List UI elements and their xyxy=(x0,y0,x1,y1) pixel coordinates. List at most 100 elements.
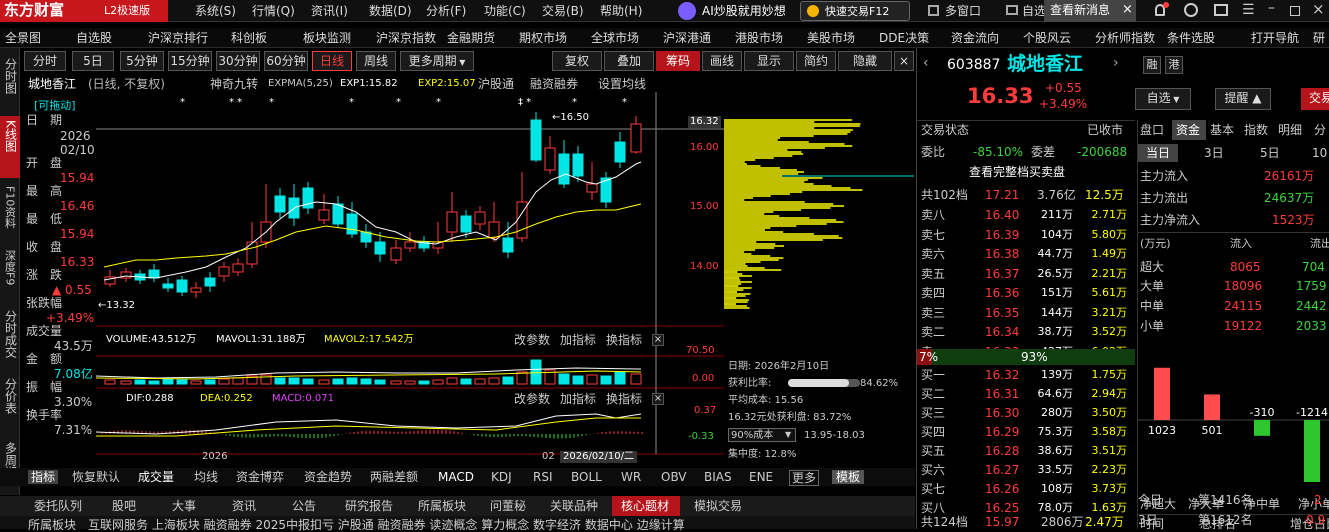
tab-news[interactable]: 资讯 xyxy=(232,500,256,512)
tab-depth[interactable]: 深度F9 xyxy=(0,246,20,304)
next-stock-icon[interactable]: › xyxy=(1113,56,1119,70)
flow-tab-basic[interactable]: 基本 xyxy=(1210,124,1234,136)
menu-data[interactable]: 数据(D) xyxy=(369,5,412,17)
nav-favorites[interactable]: 自选股 xyxy=(76,32,112,44)
period-30min[interactable]: 30分钟 xyxy=(216,51,260,71)
nav-dde[interactable]: DDE决策 xyxy=(879,32,929,44)
ind-ene[interactable]: ENE xyxy=(749,471,773,483)
ask-row[interactable]: 卖三 16.35 144万 3.21万 xyxy=(917,304,1135,323)
alert-button[interactable]: 提醒 ▲ xyxy=(1215,88,1271,110)
flow-period-3d[interactable]: 3日 xyxy=(1204,147,1224,159)
display-button[interactable]: 显示 xyxy=(744,51,794,71)
tab-sim-trade[interactable]: 模拟交易 xyxy=(694,500,742,512)
flow-period-5d[interactable]: 5日 xyxy=(1260,147,1280,159)
close-icon[interactable]: × xyxy=(1312,2,1325,17)
flow-tab-index[interactable]: 指数 xyxy=(1244,124,1268,136)
tab-price-table[interactable]: 分价表 xyxy=(0,374,20,428)
margin-link[interactable]: 融资融券 xyxy=(530,78,578,90)
tab-order-queue[interactable]: 委托队列 xyxy=(34,500,82,512)
vol-params-link[interactable]: 改参数 xyxy=(514,334,550,346)
ask-row[interactable]: 卖七 16.39 104万 5.80万 xyxy=(917,226,1135,245)
ind-restore[interactable]: 恢复默认 xyxy=(72,471,120,483)
ind-macd[interactable]: MACD xyxy=(438,471,474,483)
hide-button[interactable]: 隐藏 xyxy=(838,51,892,71)
ask-row[interactable]: 卖四 16.36 151万 5.61万 xyxy=(917,284,1135,303)
bid-row[interactable]: 买五 16.28 38.6万 3.51万 xyxy=(917,442,1135,461)
ask-row[interactable]: 卖六 16.38 44.7万 1.49万 xyxy=(917,245,1135,264)
ask-row[interactable]: 卖二 16.34 38.7万 3.52万 xyxy=(917,323,1135,342)
overlay-button[interactable]: 叠加 xyxy=(604,51,654,71)
macd-add-link[interactable]: 加指标 xyxy=(560,393,596,405)
user-icon[interactable] xyxy=(1184,3,1198,17)
bid-row[interactable]: 买三 16.30 280万 3.50万 xyxy=(917,404,1135,423)
full-book-link[interactable]: 查看完整档买卖盘 xyxy=(969,166,1065,178)
tab-intraday[interactable]: 分时图 xyxy=(0,54,20,118)
bid-row[interactable]: 买二 16.31 64.6万 2.94万 xyxy=(917,385,1135,404)
menu-system[interactable]: 系统(S) xyxy=(195,5,236,17)
ind-boll[interactable]: BOLL xyxy=(571,471,602,483)
tab-sectors[interactable]: 所属板块 xyxy=(418,500,466,512)
tab-kline[interactable]: K线图 xyxy=(0,116,20,178)
ma-settings-link[interactable]: 设置均线 xyxy=(598,78,646,90)
ind-margin[interactable]: 两融差额 xyxy=(370,471,418,483)
skin-icon[interactable] xyxy=(1214,4,1228,16)
menu-help[interactable]: 帮助(H) xyxy=(600,5,642,17)
ask-row[interactable]: 卖五 16.37 26.5万 2.21万 xyxy=(917,265,1135,284)
hsgt-link[interactable]: 沪股通 xyxy=(478,78,514,90)
nav-index[interactable]: 沪深京指数 xyxy=(376,32,436,44)
bid-row[interactable]: 买四 16.29 75.3万 3.58万 xyxy=(917,423,1135,442)
ind-obv[interactable]: OBV xyxy=(661,471,687,483)
nav-us[interactable]: 美股市场 xyxy=(807,32,855,44)
ind-trend[interactable]: 资金趋势 xyxy=(304,471,352,483)
adjust-button[interactable]: 复权 xyxy=(552,51,602,71)
nav-analyst[interactable]: 分析师指数 xyxy=(1095,32,1155,44)
maximize-icon[interactable] xyxy=(1290,6,1300,16)
custom-button[interactable]: 自选 xyxy=(1022,5,1046,17)
menu-analysis[interactable]: 分析(F) xyxy=(426,5,466,17)
ind-rsi[interactable]: RSI xyxy=(533,471,553,483)
tab-ask-board[interactable]: 问董秘 xyxy=(490,500,526,512)
nav-stock-news[interactable]: 个股风云 xyxy=(1023,32,1071,44)
nav-global[interactable]: 全球市场 xyxy=(591,32,639,44)
nav-screener[interactable]: 条件选股 xyxy=(1167,32,1215,44)
nav-open-guide[interactable]: 打开导航 xyxy=(1251,32,1299,44)
period-more[interactable]: 更多周期 ▼ xyxy=(400,51,474,71)
nav-connect[interactable]: 沪深港通 xyxy=(663,32,711,44)
menu-trade[interactable]: 交易(B) xyxy=(542,5,584,17)
flow-period-10d[interactable]: 10日 xyxy=(1312,147,1329,159)
period-60min[interactable]: 60分钟 xyxy=(264,51,308,71)
minimize-icon[interactable]: – xyxy=(1268,1,1275,15)
tab-related[interactable]: 关联品种 xyxy=(550,500,598,512)
tab-trades[interactable]: 分时成交 xyxy=(0,306,20,372)
flow-tab-detail[interactable]: 明细 xyxy=(1278,124,1302,136)
macd-params-link[interactable]: 改参数 xyxy=(514,393,550,405)
ai-link[interactable]: AI炒股就用妙想 xyxy=(702,5,786,17)
draw-button[interactable]: 画线 xyxy=(702,51,742,71)
tab-announce[interactable]: 公告 xyxy=(292,500,316,512)
nav-sector-monitor[interactable]: 板块监测 xyxy=(303,32,351,44)
nav-ranking[interactable]: 沪深京排行 xyxy=(148,32,208,44)
vol-change-link[interactable]: 换指标 xyxy=(606,334,642,346)
nav-research[interactable]: 研 xyxy=(1313,32,1325,44)
bid-row[interactable]: 买一 16.32 139万 1.75万 xyxy=(917,366,1135,385)
tab-events[interactable]: 大事 xyxy=(172,500,196,512)
period-5min[interactable]: 5分钟 xyxy=(120,51,164,71)
period-intraday[interactable]: 分时 xyxy=(24,51,66,71)
ask-row[interactable]: 卖八 16.40 211万 2.71万 xyxy=(917,206,1135,225)
nav-flow[interactable]: 资金流向 xyxy=(951,32,999,44)
period-5day[interactable]: 5日 xyxy=(72,51,114,71)
vol-close-icon[interactable]: × xyxy=(652,334,664,346)
simple-button[interactable]: 简约 xyxy=(796,51,836,71)
cost-select[interactable]: 90%成本 ▼ xyxy=(728,428,796,442)
nav-panorama[interactable]: 全景图 xyxy=(5,32,41,44)
menu-quote[interactable]: 行情(Q) xyxy=(252,5,295,17)
self-select-button[interactable]: 自选 ▼ xyxy=(1135,88,1191,110)
period-daily[interactable]: 日线 xyxy=(312,51,352,71)
ind-volume[interactable]: 成交量 xyxy=(138,471,174,483)
tab-forum[interactable]: 股吧 xyxy=(112,500,136,512)
nav-futures[interactable]: 金融期货 xyxy=(447,32,495,44)
indicator-magic9[interactable]: 神奇九转 xyxy=(210,78,258,90)
ind-wr[interactable]: WR xyxy=(621,471,641,483)
indicator-expma[interactable]: EXPMA(5,25) xyxy=(268,79,333,89)
period-weekly[interactable]: 周线 xyxy=(356,51,396,71)
